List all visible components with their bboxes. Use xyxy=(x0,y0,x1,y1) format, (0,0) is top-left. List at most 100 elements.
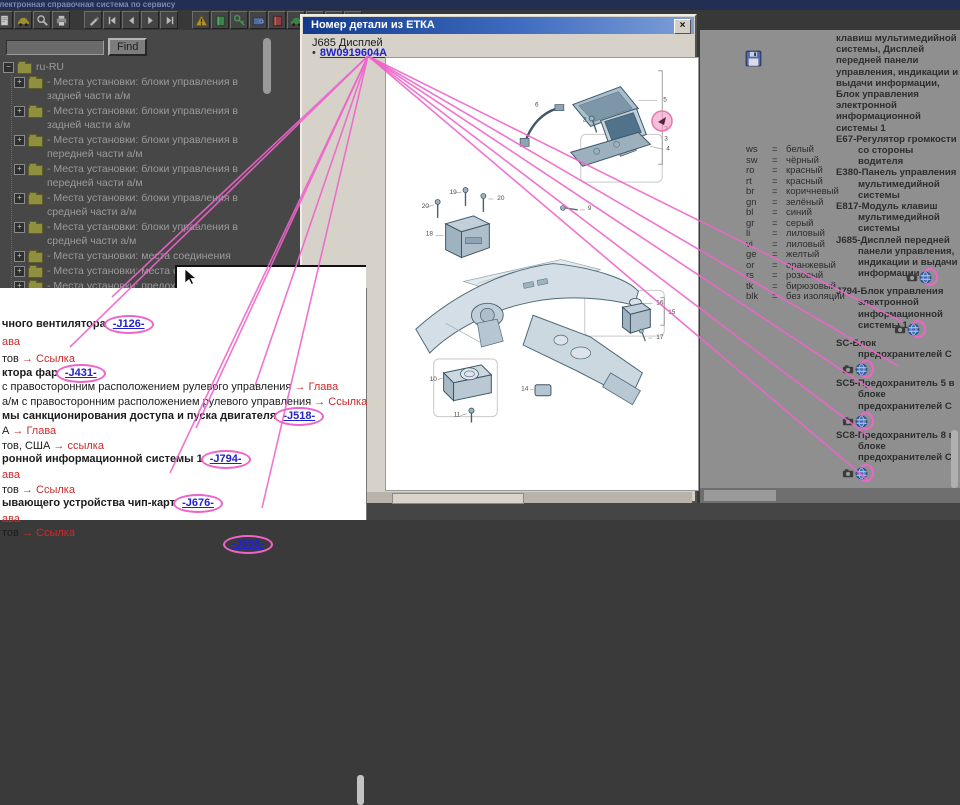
wallet-icon[interactable] xyxy=(249,11,267,29)
component-entry: SC8-Предохранитель 8 в блоке предохранит… xyxy=(836,430,960,482)
expand-icon[interactable]: − xyxy=(3,62,14,73)
parts-diagram-page: 5 2 2 3 4 6 9 18 19 20 20 10 11 14 16 15 17 xyxy=(385,57,699,491)
search-icon[interactable] xyxy=(33,11,51,29)
reference-text[interactable]: → Ссылка xyxy=(22,353,75,365)
reference-text[interactable]: → Глава xyxy=(294,381,338,393)
edit-icon[interactable] xyxy=(84,11,102,29)
globe-icon[interactable] xyxy=(855,363,868,376)
print-icon[interactable] xyxy=(52,11,70,29)
globe-icon[interactable] xyxy=(919,271,932,284)
component-entry: E67-Регулятор громкости со стороны водит… xyxy=(836,133,957,168)
component-link[interactable]: -J858- xyxy=(232,538,264,550)
location-icon[interactable] xyxy=(842,468,855,479)
nav-first-icon[interactable] xyxy=(103,11,121,29)
globe-icon[interactable] xyxy=(855,467,868,479)
warning-icon[interactable] xyxy=(192,11,210,29)
nav-next-icon[interactable] xyxy=(141,11,159,29)
reference-text[interactable]: ава xyxy=(2,513,20,525)
doc-line: тов → Ссылка xyxy=(2,484,75,496)
reference-text[interactable]: ава xyxy=(2,469,20,481)
save-floppy-icon[interactable] xyxy=(745,50,762,67)
expand-icon[interactable]: + xyxy=(14,251,25,262)
diagram-item-number: 5 xyxy=(663,97,667,104)
reference-text[interactable]: → Ссылка xyxy=(22,527,75,539)
part-link-ring xyxy=(907,268,939,287)
book-green-icon[interactable] xyxy=(211,11,229,29)
expand-icon[interactable]: + xyxy=(14,193,25,204)
component-id: E67- xyxy=(836,133,857,145)
reference-text[interactable]: → Ссылка xyxy=(22,484,75,496)
expand-icon[interactable]: + xyxy=(14,222,25,233)
book-red-icon[interactable] xyxy=(268,11,286,29)
tree-item-label: - Места установки: блоки управления в за… xyxy=(47,76,239,102)
tree-scrollbar[interactable] xyxy=(263,38,271,94)
document-icon[interactable] xyxy=(0,11,13,29)
globe-icon[interactable] xyxy=(907,323,920,336)
doc-line-text: ронной информационной системы 1 xyxy=(2,453,206,465)
globe-icon[interactable] xyxy=(855,415,868,428)
component-id: SC8- xyxy=(836,429,858,441)
expand-icon[interactable]: + xyxy=(14,164,25,175)
component-id: SC- xyxy=(836,337,853,349)
tree-item-label: - Места установки: блоки управления в пе… xyxy=(47,134,239,160)
tree-root[interactable]: − ru-RU xyxy=(3,60,265,74)
folder-icon xyxy=(28,192,43,205)
link-ring: -J858- xyxy=(223,535,273,554)
doc-line: тов → Ссылка xyxy=(2,527,75,539)
component-link[interactable]: -J431- xyxy=(65,367,97,379)
search-input[interactable] xyxy=(6,39,104,55)
link-ring: -J518- xyxy=(274,407,325,426)
tree-item[interactable]: + - Места установки: блоки управления в с… xyxy=(14,191,265,219)
doc-line: ава xyxy=(2,336,20,348)
part-number-row: • 8W0919604A xyxy=(312,47,387,59)
popup-title-bar[interactable]: Номер детали из ЕТКА × xyxy=(303,17,694,34)
component-link[interactable]: -J676- xyxy=(182,497,214,509)
tree-item[interactable]: + - Места установки: блоки управления в п… xyxy=(14,133,265,161)
diagram-item-number: 15 xyxy=(668,309,676,316)
find-button[interactable]: Find xyxy=(108,38,148,56)
expand-icon[interactable]: + xyxy=(14,266,25,277)
reference-text[interactable]: → ссылка xyxy=(53,440,104,452)
part-number-link[interactable]: 8W0919604A xyxy=(320,47,387,59)
car-icon[interactable] xyxy=(14,11,32,29)
folder-icon xyxy=(17,61,32,74)
close-icon[interactable]: × xyxy=(674,19,691,34)
expand-icon[interactable]: + xyxy=(14,77,25,88)
location-icon[interactable] xyxy=(894,324,907,335)
location-icon[interactable] xyxy=(842,416,855,427)
reference-text[interactable]: ава xyxy=(2,336,20,348)
component-link[interactable]: -J794- xyxy=(210,453,242,465)
reference-text[interactable]: → Глава xyxy=(12,425,56,437)
tree-item[interactable]: + - Места установки: блоки управления в п… xyxy=(14,162,265,190)
nav-prev-icon[interactable] xyxy=(122,11,140,29)
component-entry: SC-Блок предохранителей C xyxy=(836,337,960,379)
location-icon[interactable] xyxy=(906,272,919,283)
tree-item[interactable]: + - Места установки: места соединения xyxy=(14,249,265,263)
bullet: • xyxy=(312,47,316,59)
tree-item[interactable]: + - Места установки: блоки управления в з… xyxy=(14,104,265,132)
right-panel-hscrollbar[interactable] xyxy=(700,488,960,503)
doc-line: ава xyxy=(2,469,20,481)
component-id: J685- xyxy=(836,234,861,246)
document-window: чного вентилятора -J126- ава тов → Ссылка к… xyxy=(0,288,367,805)
expand-icon[interactable]: + xyxy=(14,106,25,117)
doc-line: ронной информационной системы 1 -J794- xyxy=(2,450,251,469)
folder-icon xyxy=(28,134,43,147)
tree-item-label: - Места установки: блоки управления в ср… xyxy=(47,221,239,247)
link-ring: -J794- xyxy=(200,450,251,469)
diagram-item-number: 17 xyxy=(656,334,664,341)
expand-icon[interactable]: + xyxy=(14,135,25,146)
folder-icon xyxy=(28,221,43,234)
tree-item-label: - Места установки: места соединения xyxy=(47,250,231,262)
right-panel-vscrollbar[interactable] xyxy=(951,430,958,488)
nav-last-icon[interactable] xyxy=(160,11,178,29)
component-entry: J685-Дисплей передней панели управления,… xyxy=(836,235,960,287)
document-scrollbar[interactable] xyxy=(357,775,364,805)
component-link[interactable]: -J126- xyxy=(113,318,145,330)
reference-text[interactable]: → Ссылка xyxy=(314,396,367,408)
key-icon[interactable] xyxy=(230,11,248,29)
tree-item[interactable]: + - Места установки: блоки управления в с… xyxy=(14,220,265,248)
component-link[interactable]: -J518- xyxy=(283,410,315,422)
tree-item[interactable]: + - Места установки: блоки управления в з… xyxy=(14,75,265,103)
location-icon[interactable] xyxy=(842,364,855,375)
